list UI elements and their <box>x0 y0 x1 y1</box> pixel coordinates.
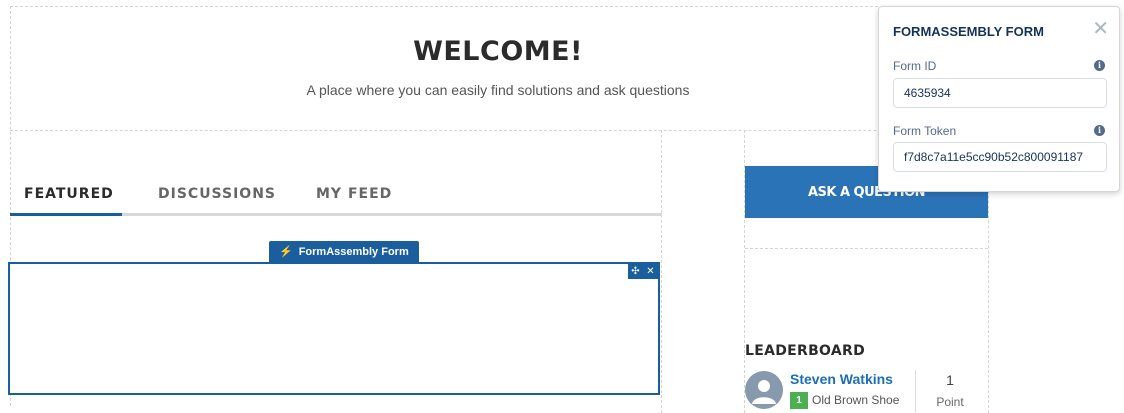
user-icon <box>752 380 776 404</box>
points-value: 1 <box>946 372 954 388</box>
form-token-label: Form Token <box>893 124 957 138</box>
panel-close-icon[interactable]: ✕ <box>1092 19 1109 39</box>
tab-featured[interactable]: FEATURED <box>24 186 114 202</box>
info-icon[interactable]: i <box>1094 125 1105 136</box>
form-id-field[interactable] <box>893 78 1107 108</box>
guide-main-right <box>661 130 662 413</box>
guide-top <box>10 6 878 7</box>
form-token-field[interactable] <box>893 142 1107 172</box>
tab-bar: FEATURED DISCUSSIONS MY FEED <box>10 180 662 216</box>
formassembly-component[interactable]: ✣ ✕ <box>8 262 660 395</box>
move-icon[interactable]: ✣ <box>628 264 643 279</box>
form-id-label: Form ID <box>893 59 937 73</box>
points-divider <box>915 370 916 412</box>
component-label[interactable]: ⚡ FormAssembly Form <box>269 241 419 263</box>
property-panel: FORMASSEMBLY FORM ✕ Form ID i Form Token… <box>878 6 1120 192</box>
component-toolbar: ✣ ✕ <box>628 264 658 279</box>
close-icon[interactable]: ✕ <box>643 264 658 279</box>
page-subtitle: A place where you can easily find soluti… <box>306 82 690 98</box>
leaderboard-title: LEADERBOARD <box>745 343 866 359</box>
info-icon[interactable]: i <box>1094 60 1105 71</box>
page-title: WELCOME! <box>413 36 583 67</box>
tab-discussions[interactable]: DISCUSSIONS <box>158 186 276 202</box>
component-label-text: FormAssembly Form <box>298 246 409 258</box>
leaderboard-user-name[interactable]: Steven Watkins <box>790 371 893 387</box>
guide-side-mid <box>745 248 988 249</box>
guide-header-bottom <box>10 130 996 131</box>
active-tab-indicator <box>10 213 122 216</box>
points-label: Point <box>936 395 964 409</box>
avatar[interactable] <box>745 371 783 409</box>
rank-title: Old Brown Shoe <box>812 393 900 407</box>
bolt-icon: ⚡ <box>279 246 293 258</box>
rank-badge: 1 <box>790 392 808 409</box>
tab-my-feed[interactable]: MY FEED <box>316 186 392 202</box>
panel-title: FORMASSEMBLY FORM <box>893 24 1044 39</box>
